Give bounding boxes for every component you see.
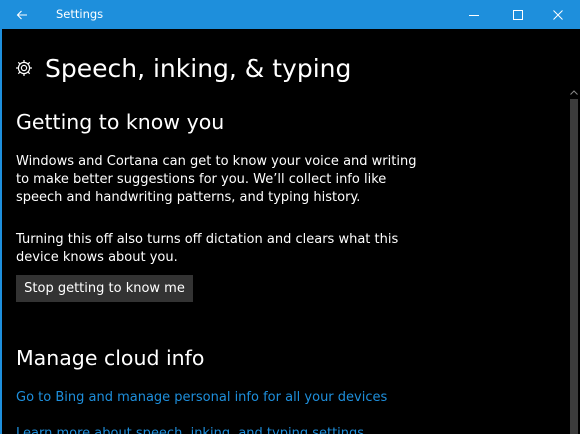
getting-to-know-you-description: Windows and Cortana can get to know your… — [16, 154, 417, 205]
gear-icon — [16, 60, 32, 76]
settings-window: Settings Speech, inking, & typing Gettin… — [0, 0, 580, 434]
link-learn-more-speech-settings[interactable]: Learn more about speech, inking, and typ… — [16, 426, 364, 434]
scroll-up-button[interactable] — [568, 87, 580, 97]
title-bar: Settings — [0, 0, 580, 29]
maximize-icon — [513, 9, 523, 20]
section-heading-getting-to-know-you: Getting to know you — [16, 110, 225, 134]
stop-getting-to-know-me-button[interactable]: Stop getting to know me — [16, 275, 193, 302]
window-title: Settings — [56, 7, 104, 21]
scrollbar-track[interactable] — [570, 99, 578, 434]
back-arrow-icon — [16, 10, 27, 19]
vertical-scrollbar[interactable] — [568, 29, 580, 434]
maximize-button[interactable] — [496, 0, 540, 29]
page-title: Speech, inking, & typing — [45, 53, 352, 83]
close-button[interactable] — [536, 0, 580, 29]
minimize-icon — [469, 14, 479, 16]
getting-to-know-you-warning: Turning this off also turns off dictatio… — [16, 232, 399, 265]
page-header: Speech, inking, & typing — [15, 51, 351, 85]
minimize-button[interactable] — [452, 0, 496, 29]
chevron-up-icon — [570, 89, 578, 95]
back-button[interactable] — [0, 0, 44, 29]
section-heading-manage-cloud-info: Manage cloud info — [16, 346, 205, 370]
close-icon — [553, 9, 563, 20]
link-bing-manage-personal-info[interactable]: Go to Bing and manage personal info for … — [16, 390, 387, 405]
settings-page: Speech, inking, & typing Getting to know… — [0, 29, 568, 434]
